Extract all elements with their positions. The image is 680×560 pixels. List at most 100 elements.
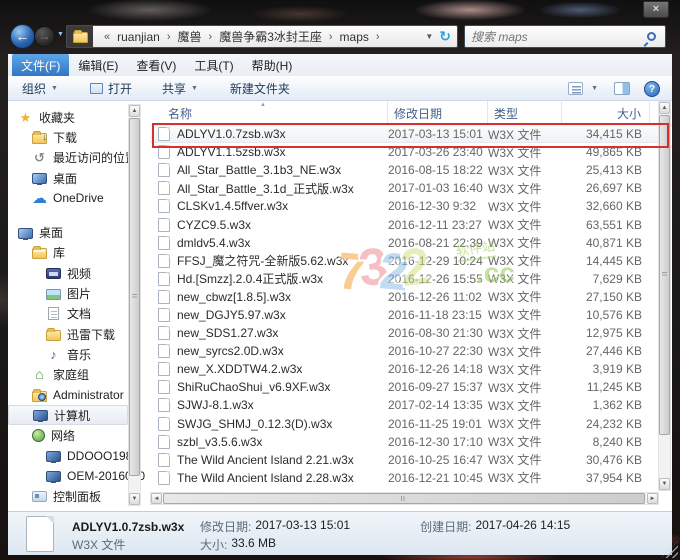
file-name: new_cbwz[1.8.5].w3x bbox=[177, 289, 292, 304]
open-button[interactable]: 打开 bbox=[84, 77, 138, 100]
menu-item[interactable]: 帮助(H) bbox=[243, 54, 302, 77]
close-icon: × bbox=[652, 3, 660, 15]
sidebar-item-label: 库 bbox=[53, 246, 66, 261]
table-row[interactable]: Hd.[Smzz].2.0.4正式版.w3x 2016-12-26 15:55 … bbox=[150, 270, 658, 288]
forward-button[interactable]: → bbox=[34, 26, 55, 47]
scroll-right-button[interactable]: ► bbox=[647, 493, 658, 504]
file-icon bbox=[158, 181, 170, 196]
close-button[interactable]: × bbox=[643, 1, 669, 18]
table-row[interactable]: The Wild Ancient Island 2.21.w3x 2016-10… bbox=[150, 451, 658, 469]
table-row[interactable]: new_SDS1.27.w3x 2016-08-30 21:30 W3X 文件 … bbox=[150, 324, 658, 342]
views-icon[interactable] bbox=[568, 82, 584, 95]
back-button[interactable]: ← bbox=[10, 24, 35, 49]
file-name: Hd.[Smzz].2.0.4正式版.w3x bbox=[177, 272, 324, 287]
help-icon[interactable]: ? bbox=[644, 80, 660, 97]
breadcrumb-item[interactable]: ruanjian bbox=[115, 30, 162, 44]
search-icon[interactable] bbox=[647, 32, 656, 41]
breadcrumb-item[interactable]: maps bbox=[338, 30, 371, 44]
table-row[interactable]: new_DGJY5.97.w3x 2016-11-18 23:15 W3X 文件… bbox=[150, 306, 658, 324]
file-size: 40,871 KB bbox=[585, 235, 642, 250]
column-date-label: 修改日期 bbox=[394, 106, 443, 121]
table-row[interactable]: new_X.XDDTW4.2.w3x 2016-12-26 14:18 W3X … bbox=[150, 360, 658, 378]
share-button[interactable]: 共享 ▼ bbox=[156, 77, 204, 100]
file-size: 27,150 KB bbox=[585, 289, 642, 304]
file-size: 37,954 KB bbox=[585, 470, 642, 485]
file-type: W3X 文件 bbox=[488, 417, 542, 432]
search-box[interactable] bbox=[464, 25, 666, 48]
sidebar-item-label: OneDrive bbox=[53, 191, 104, 206]
table-row[interactable]: All_Star_Battle_3.1d_正式版.w3x 2017-01-03 … bbox=[150, 179, 658, 197]
file-name: The Wild Ancient Island 2.21.w3x bbox=[177, 452, 354, 467]
menu-item[interactable]: 文件(F) bbox=[12, 53, 70, 77]
file-type: W3X 文件 bbox=[488, 254, 542, 269]
scrollbar-thumb[interactable] bbox=[129, 118, 140, 476]
preview-pane-icon[interactable] bbox=[614, 82, 630, 95]
size-label: 大小: bbox=[200, 538, 228, 552]
scrollbar-thumb[interactable] bbox=[163, 493, 645, 504]
column-header-size[interactable]: 大小 bbox=[562, 101, 650, 125]
column-header-type[interactable]: 类型 bbox=[488, 101, 562, 125]
menu-item[interactable]: 编辑(E) bbox=[69, 54, 127, 77]
menu-item[interactable]: 查看(V) bbox=[127, 54, 185, 77]
table-row[interactable]: new_cbwz[1.8.5].w3x 2016-12-26 11:02 W3X… bbox=[150, 288, 658, 306]
file-date: 2016-12-30 9:32 bbox=[388, 199, 477, 214]
open-label: 打开 bbox=[107, 82, 132, 96]
menu-bar: 文件(F) 编辑(E) 查看(V) 工具(T) 帮助(H) bbox=[8, 53, 672, 77]
modified-date-label: 修改日期: bbox=[200, 520, 252, 534]
table-row[interactable]: SJWJ-8.1.w3x 2017-02-14 13:35 W3X 文件 1,3… bbox=[150, 396, 658, 414]
table-row[interactable]: ADLYV1.1.5zsb.w3x 2017-03-26 23:40 W3X 文… bbox=[150, 143, 658, 161]
file-type: W3X 文件 bbox=[488, 163, 542, 178]
new-folder-label: 新建文件夹 bbox=[229, 82, 290, 96]
table-row[interactable]: ADLYV1.0.7zsb.w3x 2017-03-13 15:01 W3X 文… bbox=[150, 125, 658, 144]
sidebar-item-icon bbox=[33, 410, 48, 423]
scroll-up-button[interactable]: ▲ bbox=[659, 102, 670, 114]
file-type: W3X 文件 bbox=[488, 308, 542, 323]
table-row[interactable]: CYZC9.5.w3x 2016-12-11 23:27 W3X 文件 63,5… bbox=[150, 215, 658, 233]
breadcrumb-item[interactable]: 魔兽 bbox=[176, 28, 204, 45]
table-row[interactable]: szbl_v3.5.6.w3x 2016-12-30 17:10 W3X 文件 … bbox=[150, 433, 658, 451]
sidebar-item-icon bbox=[46, 348, 61, 361]
views-dropdown-icon[interactable]: ▼ bbox=[591, 85, 598, 92]
table-row[interactable]: All_Star_Battle_3.1b3_NE.w3x 2016-08-15 … bbox=[150, 161, 658, 179]
table-row[interactable]: The Wild Ancient Island 2.28.w3x 2016-12… bbox=[150, 469, 658, 487]
sidebar-item[interactable]: 计算机 bbox=[8, 405, 128, 426]
address-bar[interactable]: « ruanjian › 魔兽 › 魔兽争霸3冰封王座 › maps › ▼ ↻ bbox=[66, 25, 458, 48]
breadcrumb: « ruanjian › 魔兽 › 魔兽争霸3冰封王座 › maps › bbox=[93, 28, 419, 45]
sidebar-vertical-scrollbar[interactable]: ▲ ▼ bbox=[128, 104, 141, 506]
scroll-down-button[interactable]: ▼ bbox=[129, 493, 140, 505]
sidebar-item-label: 计算机 bbox=[54, 408, 91, 423]
file-type: W3X 文件 bbox=[488, 453, 542, 468]
address-dropdown-icon[interactable]: ▼ bbox=[419, 32, 439, 41]
list-vertical-scrollbar[interactable]: ▲ ▼ bbox=[658, 101, 671, 491]
table-row[interactable]: ShiRuChaoShui_v6.9XF.w3x 2016-09-27 15:3… bbox=[150, 378, 658, 396]
file-date: 2016-12-21 10:45 bbox=[388, 470, 483, 485]
file-type: W3X 文件 bbox=[488, 471, 542, 486]
column-header-date[interactable]: 修改日期 bbox=[388, 101, 488, 125]
file-date: 2016-12-30 17:10 bbox=[388, 434, 483, 449]
table-row[interactable]: dmldv5.4.w3x 2016-08-21 22:39 W3X 文件 40,… bbox=[150, 234, 658, 252]
scroll-up-button[interactable]: ▲ bbox=[129, 105, 140, 117]
sidebar-item-label: 家庭组 bbox=[53, 368, 90, 383]
details-pane: ADLYV1.0.7zsb.w3x 修改日期: 2017-03-13 15:01… bbox=[8, 511, 672, 555]
column-header-name[interactable]: 名称 ▲ bbox=[150, 101, 388, 125]
scroll-down-button[interactable]: ▼ bbox=[659, 478, 670, 490]
organize-button[interactable]: 组织 ▼ bbox=[16, 77, 64, 100]
history-dropdown-icon[interactable]: ▼ bbox=[57, 31, 64, 38]
sidebar-item-icon bbox=[32, 388, 47, 402]
menu-item[interactable]: 工具(T) bbox=[185, 54, 242, 77]
table-row[interactable]: SWJG_SHMJ_0.12.3(D).w3x 2016-11-25 19:01… bbox=[150, 415, 658, 433]
list-horizontal-scrollbar[interactable]: ◄ ► bbox=[150, 492, 659, 505]
sidebar-item-icon bbox=[46, 288, 61, 300]
breadcrumb-item[interactable]: 魔兽争霸3冰封王座 bbox=[217, 28, 324, 45]
table-row[interactable]: new_syrcs2.0D.w3x 2016-10-27 22:30 W3X 文… bbox=[150, 342, 658, 360]
file-icon bbox=[158, 145, 170, 160]
scrollbar-thumb[interactable] bbox=[659, 115, 670, 435]
search-input[interactable] bbox=[471, 29, 647, 44]
scroll-left-icon: ◄ bbox=[153, 496, 160, 502]
new-folder-button[interactable]: 新建文件夹 bbox=[224, 77, 296, 100]
table-row[interactable]: FFSJ_魔之符咒-全新版5.62.w3x 2016-12-29 10:24 W… bbox=[150, 252, 658, 270]
refresh-icon[interactable]: ↻ bbox=[439, 28, 457, 45]
scroll-left-button[interactable]: ◄ bbox=[151, 493, 162, 504]
file-date: 2016-12-26 15:55 bbox=[388, 271, 483, 286]
table-row[interactable]: CLSKv1.4.5ffver.w3x 2016-12-30 9:32 W3X … bbox=[150, 197, 658, 215]
